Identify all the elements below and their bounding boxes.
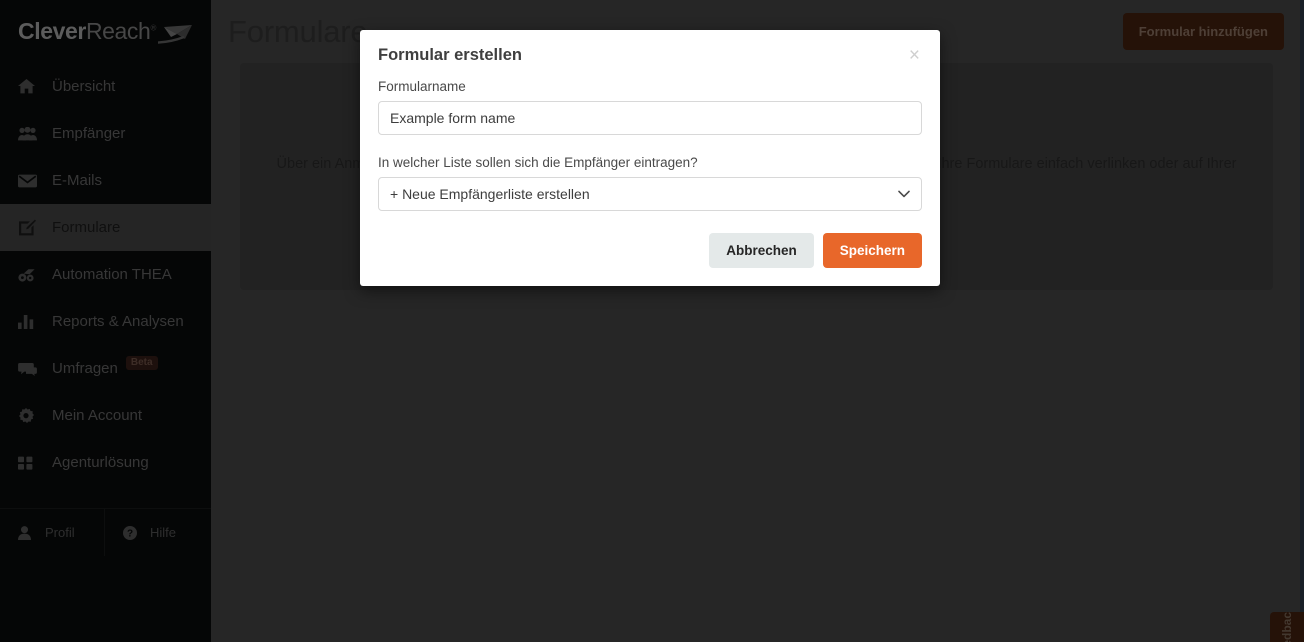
app-root: CleverReach® Übersicht — [0, 0, 1304, 642]
cancel-button[interactable]: Abbrechen — [709, 233, 814, 268]
modal-header: Formular erstellen × — [360, 30, 940, 65]
recipient-list-select[interactable]: + Neue Empfängerliste erstellen — [378, 177, 922, 211]
close-icon[interactable]: × — [907, 46, 922, 65]
recipient-list-label: In welcher Liste sollen sich die Empfäng… — [378, 155, 698, 170]
modal-footer: Abbrechen Speichern — [360, 211, 940, 286]
field-spacer — [378, 135, 922, 155]
modal-body: Formularname In welcher Liste sollen sic… — [360, 65, 940, 211]
recipient-list-select-wrap: + Neue Empfängerliste erstellen — [378, 177, 922, 211]
modal-title: Formular erstellen — [378, 46, 522, 64]
form-name-label: Formularname — [378, 79, 466, 94]
save-button[interactable]: Speichern — [822, 233, 922, 268]
form-name-input[interactable] — [378, 101, 922, 135]
create-form-modal: Formular erstellen × Formularname In wel… — [360, 30, 940, 286]
